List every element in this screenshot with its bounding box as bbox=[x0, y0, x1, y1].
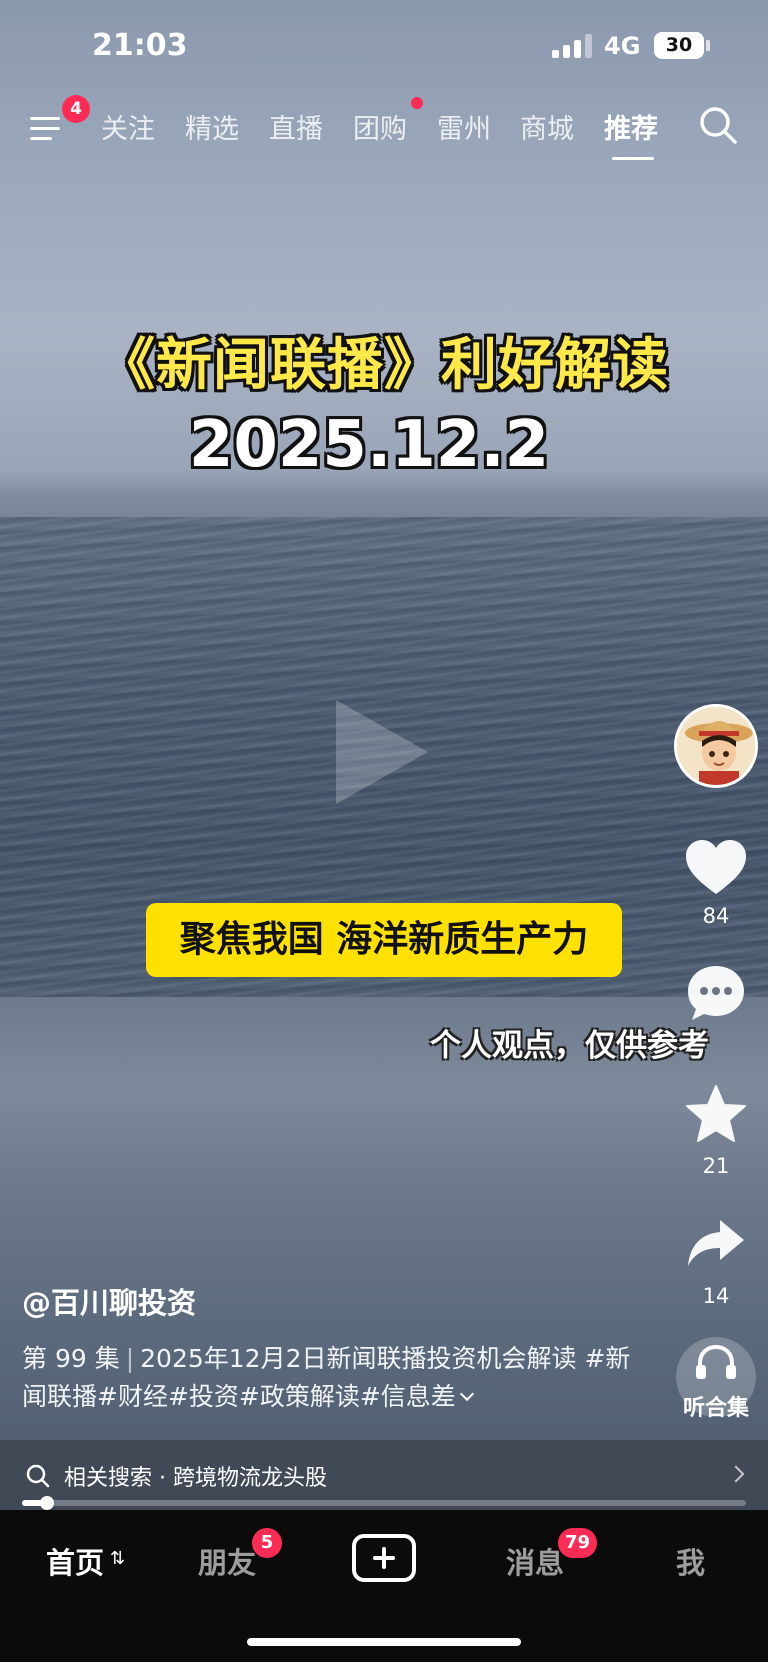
bottom-tab-bar: 首页 ⇅ 朋友 5 消息 79 我 bbox=[0, 1510, 768, 1662]
menu-icon[interactable] bbox=[30, 109, 64, 143]
battery-icon: 30 bbox=[654, 32, 704, 59]
video-caption: 聚焦我国 海洋新质生产力 bbox=[146, 903, 622, 977]
play-icon[interactable] bbox=[336, 700, 428, 804]
tab-me[interactable]: 我 bbox=[676, 1540, 705, 1582]
home-indicator bbox=[247, 1638, 521, 1646]
share-count: 14 bbox=[702, 1284, 730, 1308]
episode-separator: | bbox=[125, 1344, 135, 1373]
related-search-text: 相关搜索 · 跨境物流龙头股 bbox=[64, 1466, 327, 1491]
tab-home[interactable]: 首页 bbox=[46, 1540, 104, 1582]
star-icon[interactable] bbox=[684, 1084, 748, 1144]
active-tab-underline bbox=[612, 157, 654, 160]
tab-messages[interactable]: 消息 bbox=[506, 1540, 564, 1582]
comment-icon[interactable] bbox=[684, 962, 748, 1026]
network-type: 4G bbox=[604, 32, 641, 60]
friends-badge: 5 bbox=[252, 1528, 282, 1558]
video-disclaimer: 个人观点，仅供参考 bbox=[430, 1028, 709, 1064]
swap-icon[interactable]: ⇅ bbox=[110, 1548, 125, 1569]
tab-leizhou[interactable]: 雷州 bbox=[437, 107, 491, 146]
share-icon[interactable] bbox=[684, 1216, 748, 1270]
search-icon[interactable] bbox=[698, 105, 738, 145]
author-avatar[interactable] bbox=[674, 704, 758, 788]
top-nav: 4 关注 精选 直播 团购 雷州 商城 推荐 bbox=[0, 95, 768, 165]
tab-follow[interactable]: 关注 bbox=[101, 107, 155, 146]
video-title: 《新闻联播》利好解读 bbox=[99, 333, 669, 398]
messages-badge: 79 bbox=[558, 1528, 598, 1558]
tab-recommend[interactable]: 推荐 bbox=[604, 107, 658, 146]
signal-icon bbox=[552, 34, 594, 58]
battery-tip bbox=[706, 40, 710, 51]
tab-featured[interactable]: 精选 bbox=[185, 107, 239, 146]
like-count: 84 bbox=[702, 904, 730, 928]
heart-icon[interactable] bbox=[684, 838, 748, 898]
create-post-button[interactable] bbox=[352, 1534, 416, 1582]
related-search-icon bbox=[26, 1464, 50, 1488]
author-name[interactable]: @百川聊投资 bbox=[22, 1280, 196, 1322]
status-time: 21:03 bbox=[92, 28, 188, 63]
tab-live[interactable]: 直播 bbox=[269, 107, 323, 146]
favorite-count: 21 bbox=[702, 1154, 730, 1178]
post-description[interactable]: 第 99 集 | 2025年12月2日新闻联播投资机会解读 #新闻联播#财经#投资#… bbox=[22, 1340, 632, 1416]
playback-progress-track[interactable] bbox=[22, 1500, 746, 1506]
chevron-right-icon bbox=[727, 1465, 745, 1483]
video-date: 2025.12.2 bbox=[188, 408, 550, 482]
tab-group-buy[interactable]: 团购 bbox=[353, 107, 407, 146]
tab-mall[interactable]: 商城 bbox=[520, 107, 574, 146]
tab-friends[interactable]: 朋友 bbox=[198, 1540, 256, 1582]
episode-label: 第 99 集 bbox=[22, 1344, 120, 1373]
listen-collection-label[interactable]: 听合集 bbox=[668, 1390, 764, 1422]
status-bar: 21:03 4G 30 bbox=[0, 0, 768, 90]
expand-chevron-icon[interactable] bbox=[459, 1386, 474, 1402]
menu-badge: 4 bbox=[62, 95, 90, 123]
headphones-icon bbox=[696, 1344, 736, 1379]
group-buy-dot-badge bbox=[411, 97, 423, 109]
